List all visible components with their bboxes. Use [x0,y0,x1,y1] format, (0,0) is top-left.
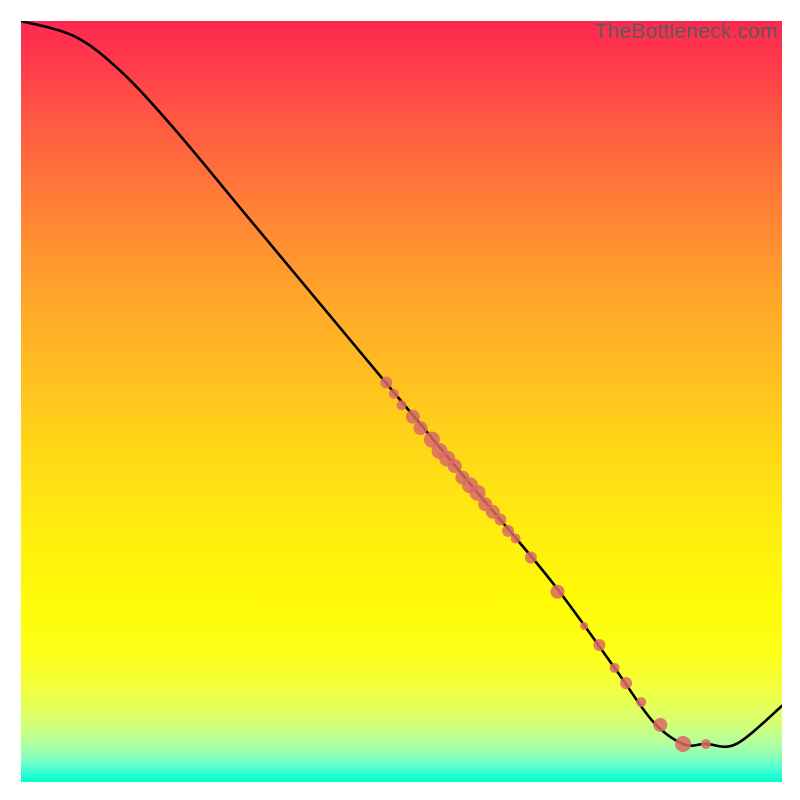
scatter-point [525,552,537,564]
scatter-point [494,513,506,525]
scatter-point [551,585,565,599]
chart-overlay [21,21,782,782]
scatter-point [414,421,428,435]
plot-area: TheBottleneck.com [21,21,782,782]
scatter-point [620,677,632,689]
scatter-points [380,376,711,751]
scatter-point [701,739,711,749]
scatter-point [406,410,420,424]
bottleneck-curve [21,21,782,747]
scatter-point [380,376,392,388]
scatter-point [511,533,521,543]
scatter-point [636,697,646,707]
scatter-point [397,400,407,410]
scatter-point [389,389,399,399]
chart-container: TheBottleneck.com [0,0,800,800]
scatter-point [653,718,667,732]
scatter-point [593,639,605,651]
scatter-point [448,459,462,473]
scatter-point [580,622,588,630]
scatter-point [610,663,620,673]
scatter-point [675,736,691,752]
